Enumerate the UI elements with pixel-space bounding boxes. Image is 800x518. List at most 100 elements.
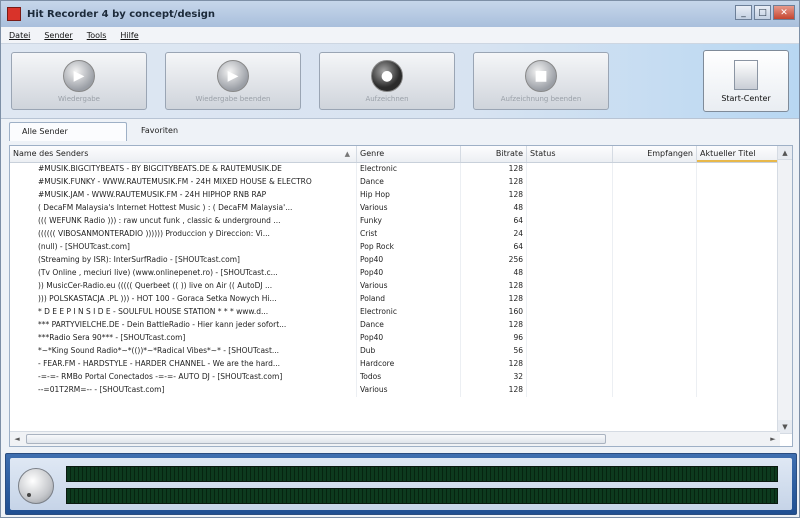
cell-current-title — [697, 189, 779, 202]
table-row[interactable]: -=-=- RMBo Portal Conectados -=-=- AUTO … — [10, 371, 792, 384]
stop-record-label: Aufzeichnung beenden — [500, 94, 582, 103]
cell-genre: Various — [357, 280, 461, 293]
table-row[interactable]: * D E E P I N S I D E - SOULFUL HOUSE ST… — [10, 306, 792, 319]
cell-station-name: (Streaming by ISR): InterSurfRadio - [SH… — [10, 254, 357, 267]
cell-bitrate: 128 — [461, 293, 527, 306]
menu-sender[interactable]: Sender — [44, 31, 72, 40]
cell-current-title — [697, 384, 779, 397]
cell-status — [527, 163, 613, 176]
scroll-left-icon[interactable]: ◄ — [10, 432, 24, 446]
maximize-button[interactable]: □ — [754, 5, 771, 20]
table-row[interactable]: *~*King Sound Radio*~*(())*~*Radical Vib… — [10, 345, 792, 358]
minimize-button[interactable]: _ — [735, 5, 752, 20]
cell-received — [613, 215, 697, 228]
record-label: Aufzeichnen — [365, 94, 409, 103]
cell-received — [613, 358, 697, 371]
menu-hilfe[interactable]: Hilfe — [120, 31, 138, 40]
horizontal-scroll-thumb[interactable] — [26, 434, 606, 444]
table-row[interactable]: #MUSIK.FUNKY - WWW.RAUTEMUSIK.FM - 24H M… — [10, 176, 792, 189]
cell-bitrate: 64 — [461, 241, 527, 254]
table-row[interactable]: ))) POLSKASTACJA .PL ))) - HOT 100 - Gor… — [10, 293, 792, 306]
col-received-header[interactable]: Empfangen — [613, 146, 697, 162]
cell-genre: Pop40 — [357, 267, 461, 280]
table-row[interactable]: ***Radio Sera 90*** - [SHOUTcast.com] Pop… — [10, 332, 792, 345]
cell-bitrate: 128 — [461, 319, 527, 332]
cell-status — [527, 280, 613, 293]
col-name-header[interactable]: Name des Senders ▲ — [10, 146, 357, 162]
vu-meter-right — [66, 488, 778, 504]
cell-current-title — [697, 306, 779, 319]
table-row[interactable]: (null) - [SHOUTcast.com] Pop Rock 64 — [10, 241, 792, 254]
menu-datei[interactable]: Datei — [9, 31, 30, 40]
table-row[interactable]: #MUSIK.BIGCITYBEATS - BY BIGCITYBEATS.DE… — [10, 163, 792, 176]
record-icon: ● — [371, 59, 403, 92]
cell-genre: Pop Rock — [357, 241, 461, 254]
table-row[interactable]: *** PARTYVIELCHE.DE - Dein BattleRadio -… — [10, 319, 792, 332]
cell-status — [527, 267, 613, 280]
volume-knob[interactable] — [18, 468, 54, 504]
cell-current-title — [697, 293, 779, 306]
table-row[interactable]: ( DecaFM Malaysia's Internet Hottest Mus… — [10, 202, 792, 215]
cell-bitrate: 64 — [461, 215, 527, 228]
cell-status — [527, 241, 613, 254]
cell-received — [613, 280, 697, 293]
table-row[interactable]: --=01T2RM=-- - [SHOUTcast.com] Various 128 — [10, 384, 792, 397]
cell-station-name: *** PARTYVIELCHE.DE - Dein BattleRadio -… — [10, 319, 357, 332]
cell-status — [527, 371, 613, 384]
stop-record-button[interactable]: ■ Aufzeichnung beenden — [473, 52, 609, 110]
cell-received — [613, 202, 697, 215]
table-row[interactable]: ((( WEFUNK Radio ))) : raw uncut funk , … — [10, 215, 792, 228]
horizontal-scrollbar[interactable]: ◄ ► — [10, 431, 780, 446]
close-button[interactable]: ✕ — [773, 5, 795, 20]
cell-current-title — [697, 345, 779, 358]
cell-bitrate: 96 — [461, 332, 527, 345]
window-controls: _ □ ✕ — [735, 5, 795, 20]
cell-bitrate: 128 — [461, 358, 527, 371]
scroll-right-icon[interactable]: ► — [766, 432, 780, 446]
cell-station-name: )) MusicCer-Radio.eu ((((( Querbeet (( )… — [10, 280, 357, 293]
table-row[interactable]: #MUSIK.JAM - WWW.RAUTEMUSIK.FM - 24H HIP… — [10, 189, 792, 202]
cell-received — [613, 241, 697, 254]
cell-bitrate: 128 — [461, 189, 527, 202]
cell-current-title — [697, 202, 779, 215]
col-bitrate-header[interactable]: Bitrate — [461, 146, 527, 162]
stop-play-button[interactable]: ▶ Wiedergabe beenden — [165, 52, 301, 110]
table-row[interactable]: - FEAR.FM - HARDSTYLE - HARDER CHANNEL -… — [10, 358, 792, 371]
scroll-down-icon[interactable]: ▼ — [778, 420, 792, 434]
tab-favoriten[interactable]: Favoriten — [129, 122, 219, 141]
cell-genre: Various — [357, 384, 461, 397]
col-genre-header[interactable]: Genre — [357, 146, 461, 162]
table-row[interactable]: (((((( VIBOSANMONTERADIO )))))) Producci… — [10, 228, 792, 241]
cell-bitrate: 128 — [461, 163, 527, 176]
scroll-up-icon[interactable]: ▲ — [778, 146, 792, 160]
start-center-icon — [734, 59, 758, 90]
cell-bitrate: 56 — [461, 345, 527, 358]
col-status-header[interactable]: Status — [527, 146, 613, 162]
cell-received — [613, 254, 697, 267]
cell-genre: Todos — [357, 371, 461, 384]
menu-tools[interactable]: Tools — [87, 31, 107, 40]
play-label: Wiedergabe — [57, 94, 100, 103]
cell-bitrate: 160 — [461, 306, 527, 319]
table-row[interactable]: )) MusicCer-Radio.eu ((((( Querbeet (( )… — [10, 280, 792, 293]
table-row[interactable]: (Tv Online , meciuri live) (www.onlinepe… — [10, 267, 792, 280]
cell-current-title — [697, 215, 779, 228]
vertical-scrollbar[interactable]: ▲ ▼ — [777, 146, 792, 434]
cell-genre: Electronic — [357, 163, 461, 176]
cell-station-name: ***Radio Sera 90*** - [SHOUTcast.com] — [10, 332, 357, 345]
play-button[interactable]: ▶ Wiedergabe — [11, 52, 147, 110]
cell-genre: Pop40 — [357, 332, 461, 345]
cell-genre: Dub — [357, 345, 461, 358]
cell-station-name: ( DecaFM Malaysia's Internet Hottest Mus… — [10, 202, 357, 215]
cell-current-title — [697, 280, 779, 293]
stop-play-icon: ▶ — [217, 59, 249, 92]
tab-alle-sender[interactable]: Alle Sender — [9, 122, 127, 141]
start-center-button[interactable]: Start-Center — [703, 50, 789, 112]
record-button[interactable]: ● Aufzeichnen — [319, 52, 455, 110]
table-row[interactable]: (Streaming by ISR): InterSurfRadio - [SH… — [10, 254, 792, 267]
play-icon: ▶ — [63, 59, 95, 92]
player-panel-inner — [10, 458, 792, 510]
col-current-title-header[interactable]: Aktueller Titel — [697, 146, 779, 162]
cell-received — [613, 228, 697, 241]
station-list[interactable]: Name des Senders ▲ Genre Bitrate Status … — [9, 145, 793, 447]
